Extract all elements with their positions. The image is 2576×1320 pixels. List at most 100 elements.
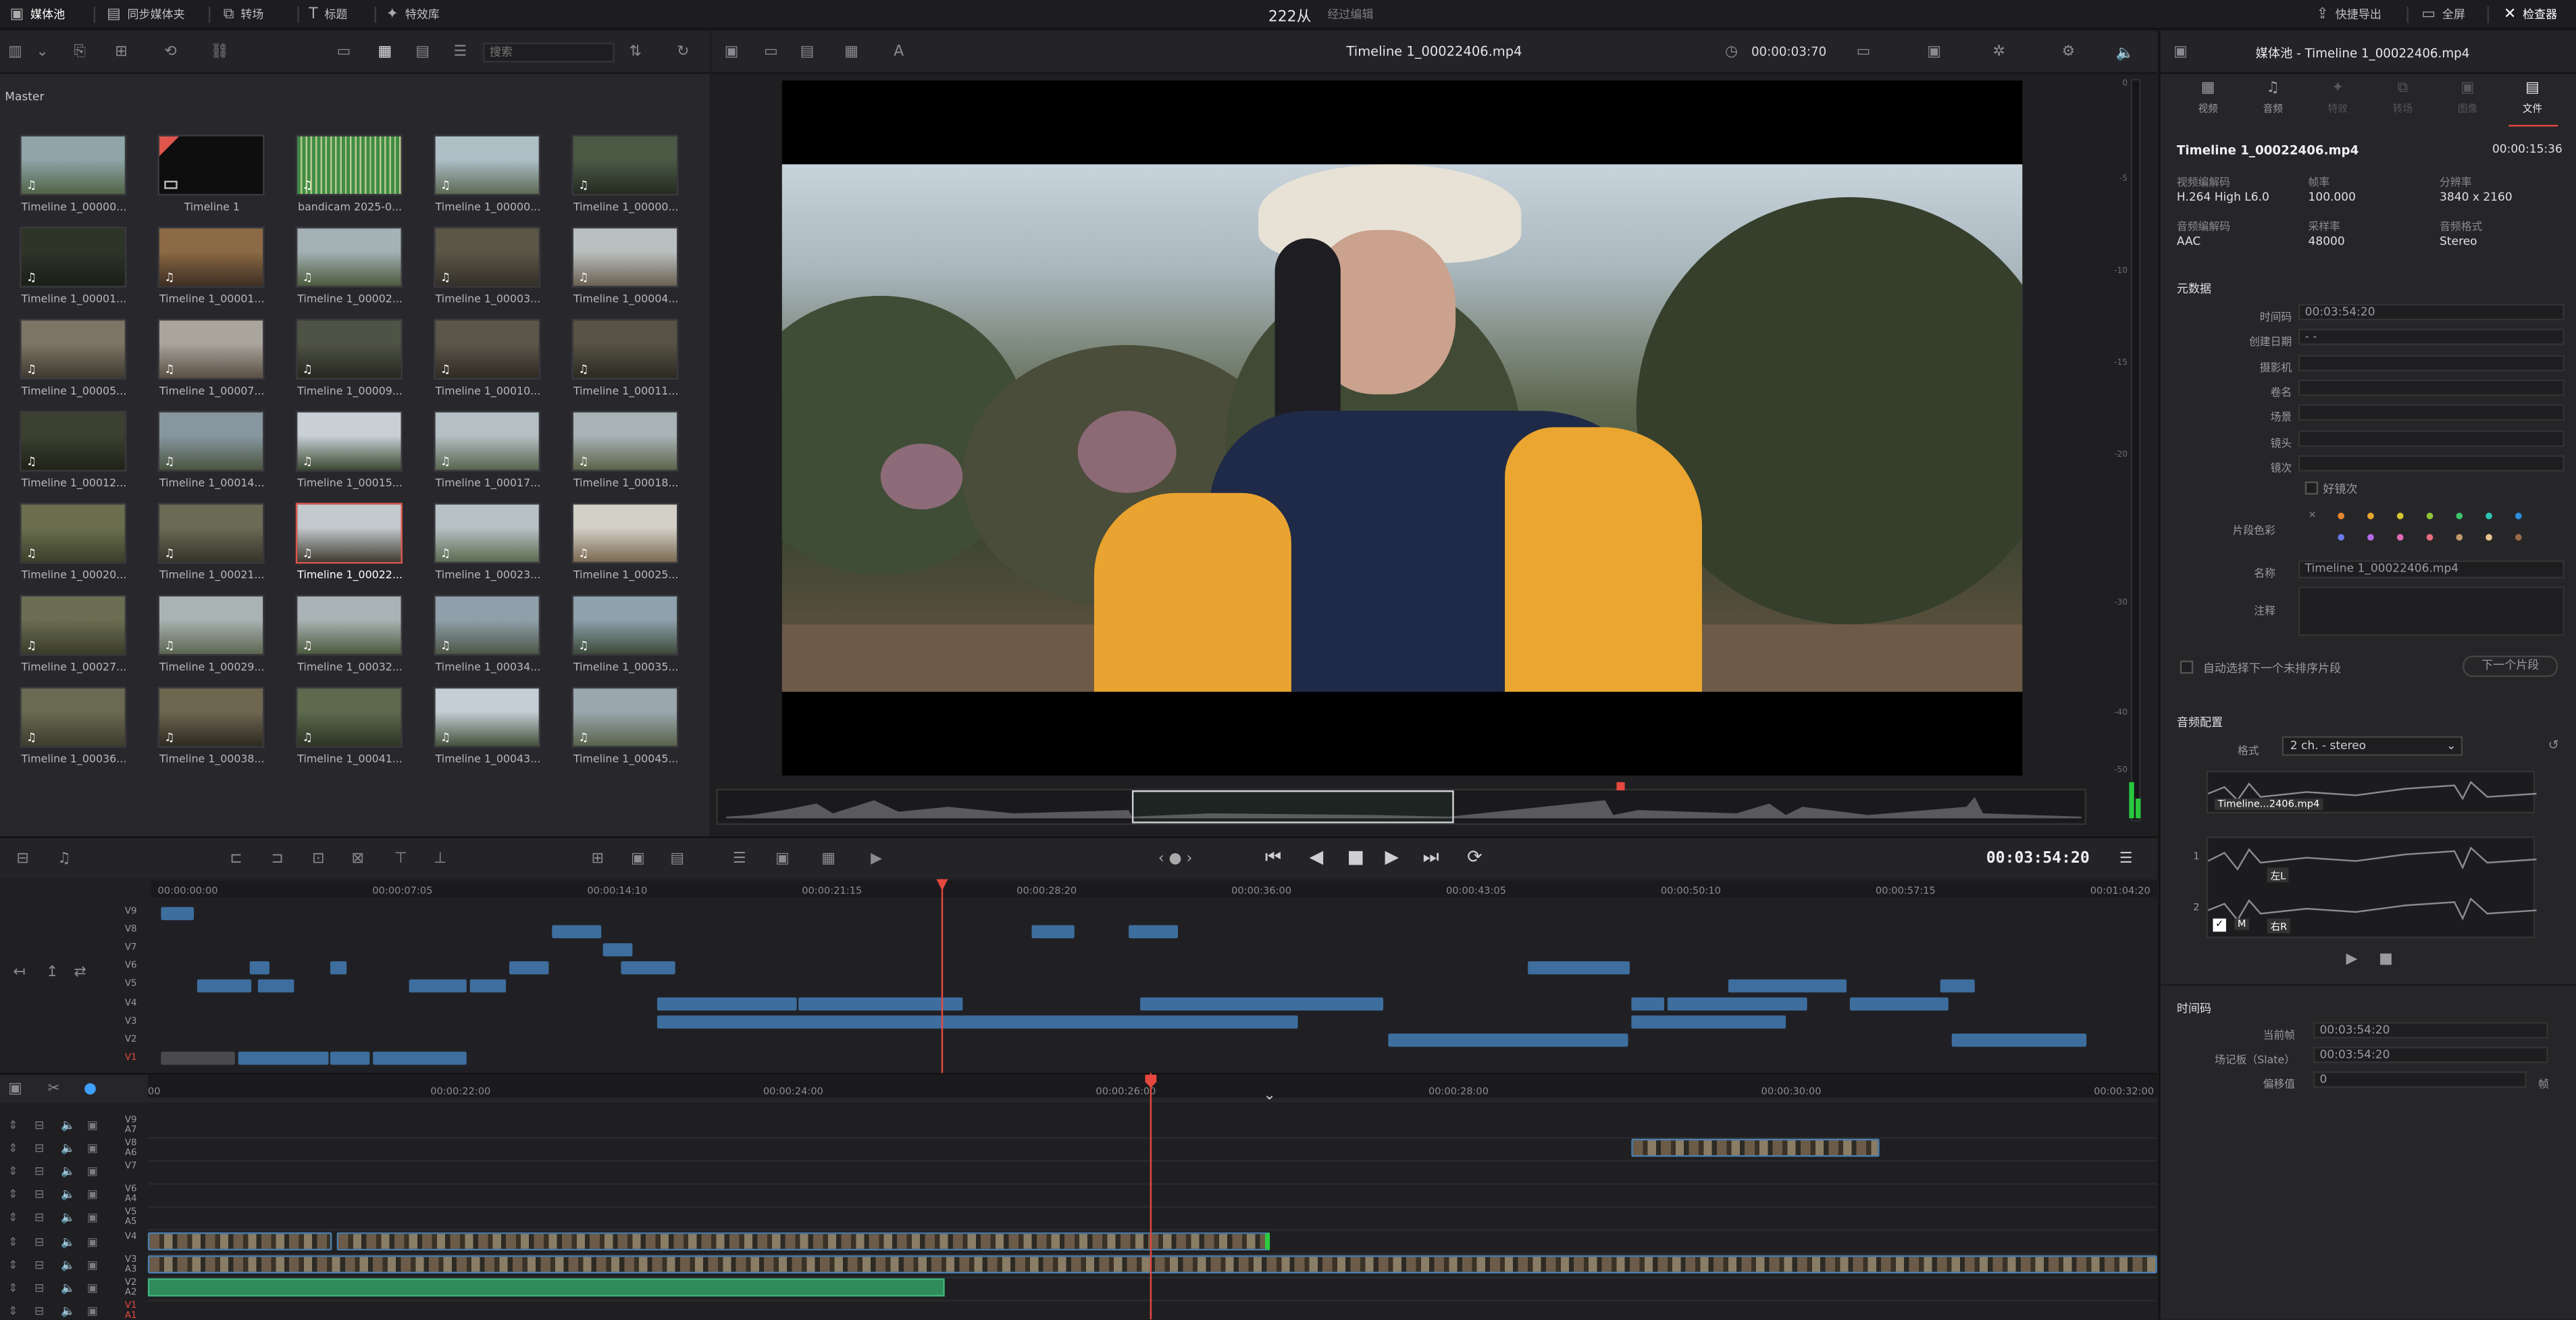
video-clip[interactable]	[147, 1232, 332, 1251]
clip-thumbnail[interactable]: ♫	[571, 226, 679, 288]
lock-icon[interactable]: ⊟	[34, 1304, 44, 1317]
speaker-icon[interactable]: 🔈	[61, 1142, 75, 1155]
clip-thumbnail[interactable]: ♫	[434, 226, 541, 288]
clip-thumbnail[interactable]: ♫	[434, 686, 541, 748]
move-icon[interactable]: ⇕	[8, 1235, 18, 1248]
clip-thumbnail[interactable]: ♫	[20, 134, 127, 196]
clip-color-swatch[interactable]	[2456, 512, 2463, 519]
speaker-icon[interactable]: 🔈	[61, 1188, 75, 1201]
move-icon[interactable]: ⇕	[8, 1258, 18, 1271]
clip-color-swatch[interactable]	[2367, 534, 2374, 541]
audio-icon[interactable]: ♫	[57, 851, 71, 867]
upper-playhead[interactable]	[941, 879, 944, 1073]
clip-color-swatch[interactable]	[2338, 512, 2345, 519]
clip-color-swatch[interactable]	[2367, 512, 2374, 519]
settings-icon[interactable]: ⚙	[2062, 45, 2076, 61]
clip-color-swatch[interactable]	[2426, 534, 2433, 541]
image-icon[interactable]: ▣	[725, 45, 739, 61]
place-top-icon[interactable]: ⊤	[394, 851, 407, 867]
insert-icon[interactable]: ⊏	[230, 851, 242, 867]
clip-thumbnail[interactable]: ♫	[295, 594, 403, 656]
monitor-icon[interactable]: ▣	[87, 1119, 98, 1132]
lock-icon[interactable]: ⊟	[34, 1235, 44, 1248]
viewer-scrubber[interactable]	[716, 782, 2087, 826]
play-around-icon[interactable]: ▶	[871, 851, 882, 867]
timeline-options-icon[interactable]: ☰	[733, 851, 746, 867]
clip-thumbnail[interactable]: ♫	[434, 411, 541, 472]
reset-icon[interactable]: ↺	[2548, 738, 2559, 753]
media-pool-button[interactable]: ▣ 媒体池	[10, 0, 66, 30]
monitor-out-icon[interactable]: ▣	[631, 851, 645, 867]
clip-thumbnail[interactable]: ♫	[20, 411, 127, 472]
clip-color-swatch[interactable]	[2485, 512, 2492, 519]
clip-color-swatch[interactable]	[2485, 534, 2492, 541]
monitor-icon[interactable]: ▣	[87, 1212, 98, 1225]
auto-select-checkbox[interactable]	[2180, 660, 2194, 674]
clip-color-swatch[interactable]	[2515, 512, 2522, 519]
lock-icon[interactable]: ⊟	[34, 1188, 44, 1201]
clip-color-swatch[interactable]	[2426, 512, 2433, 519]
clip-thumbnail[interactable]: ♫	[157, 503, 265, 564]
name-field[interactable]: Timeline 1_00022406.mp4	[2298, 560, 2565, 579]
clip-thumbnail[interactable]: ♫	[434, 318, 541, 380]
inspector-button[interactable]: ✕ 检查器	[2504, 0, 2557, 30]
speaker-icon[interactable]: 🔈	[61, 1212, 75, 1225]
channel-checkbox[interactable]: ✓	[2213, 918, 2226, 932]
zoom-icon[interactable]: ▭	[1857, 45, 1871, 61]
clip-thumbnail[interactable]: ♫	[434, 134, 541, 196]
monitor-icon[interactable]: ▣	[87, 1281, 98, 1294]
menu-icon[interactable]: ☰	[2119, 851, 2133, 867]
titles-button[interactable]: T 标题	[309, 0, 347, 30]
clip-thumbnail[interactable]: ♫	[20, 226, 127, 288]
clip-color-swatch[interactable]	[2396, 534, 2404, 541]
clip-thumbnail[interactable]: ♫	[157, 686, 265, 748]
append-icon[interactable]: ⊥	[434, 851, 446, 867]
clip-thumbnail[interactable]: ♫	[571, 503, 679, 564]
reverse-play-icon[interactable]: ◀	[1310, 846, 1324, 868]
move-icon[interactable]: ⇕	[8, 1281, 18, 1294]
speaker-icon[interactable]: 🔈	[61, 1258, 75, 1271]
audio-play-icon[interactable]: ▶	[2346, 951, 2357, 967]
playhead-marker[interactable]	[1616, 782, 1625, 790]
fullscreen-button[interactable]: ▭ 全屏	[2421, 0, 2465, 30]
clip-thumbnail[interactable]: ♫	[295, 503, 403, 564]
slate-field[interactable]: 00:03:54:20	[2313, 1046, 2548, 1063]
move-icon[interactable]: ⇕	[8, 1142, 18, 1155]
clip-icon[interactable]: ▣	[775, 851, 790, 867]
speaker-icon[interactable]: 🔈	[61, 1304, 75, 1317]
trim-icon[interactable]: ⊞	[592, 851, 604, 867]
speaker-icon[interactable]: 🔈	[61, 1119, 75, 1132]
format-select[interactable]: 2 ch. - stereo ⌄	[2282, 736, 2463, 756]
grid-view-icon[interactable]: ▦	[844, 45, 858, 61]
volume-icon[interactable]: 🔈	[2116, 46, 2134, 62]
speaker-icon[interactable]: 🔈	[61, 1165, 75, 1178]
effects-button[interactable]: ✦ 特效库	[386, 0, 440, 30]
render-icon[interactable]: ▦	[821, 851, 835, 867]
clip-thumbnail[interactable]: ♫	[157, 318, 265, 380]
video-clip[interactable]	[1631, 1138, 1880, 1157]
lock-icon[interactable]: ⊟	[34, 1165, 44, 1178]
lock-icon[interactable]: ⊟	[34, 1142, 44, 1155]
text-tool-icon[interactable]: A	[894, 45, 904, 61]
lock-icon[interactable]: ⊟	[34, 1212, 44, 1225]
monitor-icon[interactable]: ▣	[87, 1142, 98, 1155]
clip-thumbnail[interactable]: ♫	[20, 686, 127, 748]
clip-thumbnail[interactable]: ♫	[20, 318, 127, 380]
single-view-icon[interactable]: ▭	[764, 45, 778, 61]
current-frame-field[interactable]: 00:03:54:20	[2313, 1021, 2548, 1039]
transitions-button[interactable]: ⧉ 转场	[224, 0, 263, 30]
monitor-icon[interactable]: ▣	[87, 1304, 98, 1317]
lock-icon[interactable]: ⊟	[34, 1119, 44, 1132]
clip-thumbnail[interactable]: ♫	[157, 411, 265, 472]
monitor-icon[interactable]: ▣	[87, 1258, 98, 1271]
comment-field[interactable]	[2298, 586, 2565, 636]
clip-thumbnail[interactable]: ♫	[20, 503, 127, 564]
clip-thumbnail[interactable]: ♫	[157, 226, 265, 288]
lock-icon[interactable]: ⊟	[34, 1281, 44, 1294]
monitor-icon[interactable]: ▣	[1927, 45, 1941, 61]
move-icon[interactable]: ⇕	[8, 1212, 18, 1225]
loop-icon[interactable]: ⟳	[1467, 846, 1482, 868]
clip-thumbnail[interactable]: ♫	[571, 134, 679, 196]
clip-color-swatch[interactable]	[2515, 534, 2522, 541]
audio-clip[interactable]	[147, 1278, 945, 1297]
